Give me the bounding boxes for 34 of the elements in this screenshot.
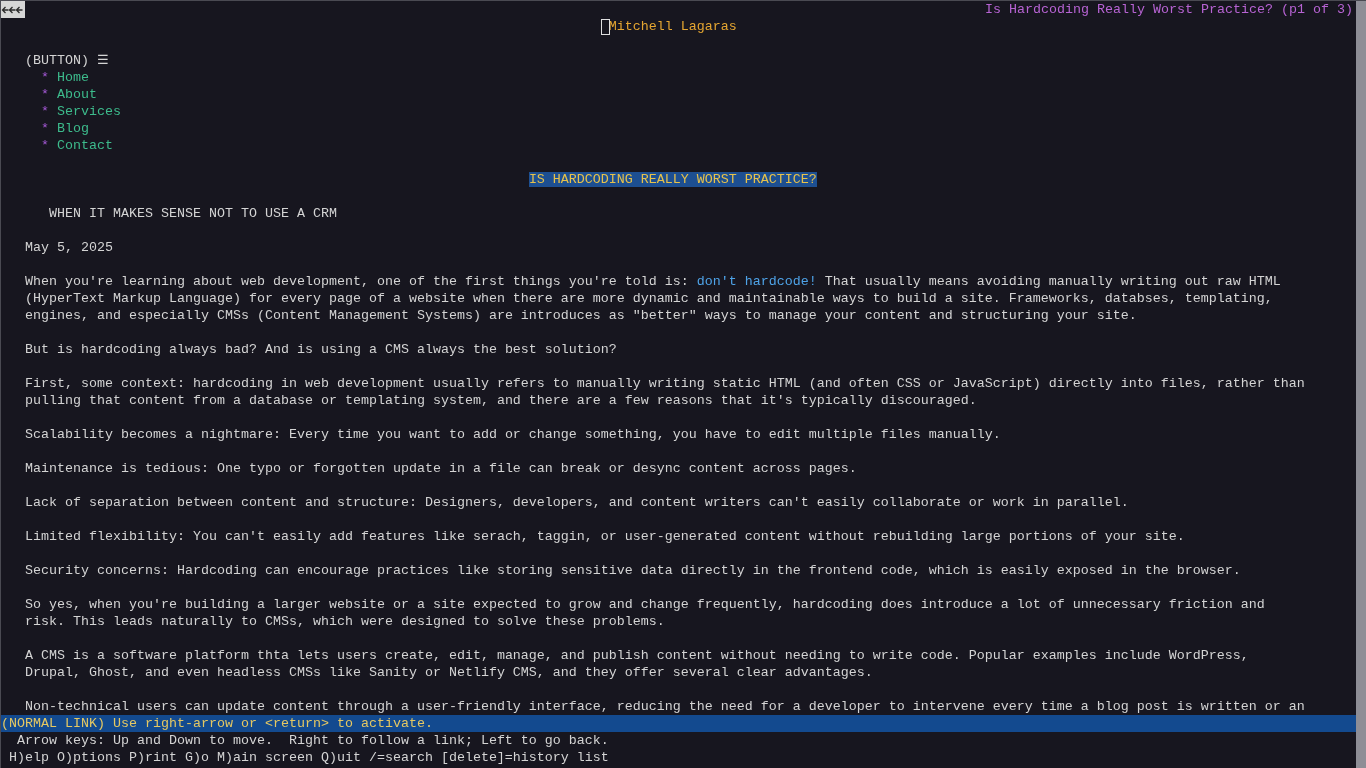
paragraph: So yes, when you're building a larger website or a site expected to grow and change frequently, hardcoding does introduce a lot of unnecessary friction and risk. This leads naturally to CMSs, which were designed to solve these problems. (25, 596, 1265, 630)
text-cursor-icon (600, 19, 610, 35)
paragraph: Security concerns: Hardcoding can encourage practices like storing sensitive data directly in the frontend code, which is easily exposed in the browser. (25, 562, 1241, 579)
list-bullet: * (41, 86, 49, 103)
paragraph: Scalability becomes a nightmare: Every time you want to add or change something, you have to edit multiple files manually. (25, 426, 1001, 443)
status-message: (NORMAL LINK) Use right-arrow or <return> to activate. (1, 715, 1356, 732)
paragraph: But is hardcoding always bad? And is using a CMS always the best solution? (25, 341, 617, 358)
paragraph: When you're learning about web development, one of the first things you're told is: don't hardcode! That usually means avoiding manually writing out raw HTML (HyperText Markup Language) for every page of a website when there are more dynamic and maintainable ways to build a site. Frameworks, databses, templating, engines, and especially CMSs (Content Management Systems) are introduces as "better" ways to manage your content and structuring your site. (25, 273, 1281, 324)
paragraph: Lack of separation between content and structure: Designers, developers, and content writers can't easily collaborate or work in parallel. (25, 494, 1129, 511)
left-arrows-icon[interactable] (1, 1, 25, 18)
text-link[interactable]: don't hardcode! (696, 274, 817, 289)
nav-link[interactable]: Blog (56, 120, 89, 137)
list-bullet: * (41, 137, 49, 154)
list-bullet: * (41, 69, 49, 86)
key-hint: H)elp O)ptions P)rint G)o M)ain screen Q)uit /=search [delete]=history list (9, 750, 609, 765)
paragraph: Limited flexibility: You can't easily add features like serach, taggin, or user-generated content without rebuilding large portions of your site. (25, 528, 1185, 545)
article-subtitle: WHEN IT MAKES SENSE NOT TO USE A CRM (49, 206, 337, 221)
list-bullet: * (41, 120, 49, 137)
paragraph: A CMS is a software platform thta lets users create, edit, manage, and publish content without needing to write code. Popular examples include WordPress, Drupal, Ghost, and even headless CMSs like Sanity or Netlify CMS, and they offer several clear advantages. (25, 647, 1249, 681)
menu-button[interactable]: (BUTTON) ☰ (25, 52, 109, 69)
nav-link[interactable]: Services (56, 103, 121, 120)
page-title: Is Hardcoding Really Worst Practice? (p1 of 3) (985, 1, 1354, 18)
article-title-link[interactable]: IS HARDCODING REALLY WORST PRACTICE? (528, 172, 817, 187)
nav-link[interactable]: Home (56, 69, 89, 86)
post-date: May 5, 2025 (25, 240, 113, 255)
nav-link[interactable]: About (56, 86, 97, 103)
site-name: Mitchell Lagaras (608, 19, 737, 34)
key-hint: Arrow keys: Up and Down to move. Right to follow a link; Left to go back. (17, 733, 609, 748)
nav-link[interactable]: Contact (56, 137, 113, 154)
paragraph: First, some context: hardcoding in web development usually refers to manually writing static HTML (and often CSS or JavaScript) directly into files, rather than pulling that content from a database or templating system, and there are a few reasons that it's typically discouraged. (25, 375, 1305, 409)
paragraph: Non-technical users can update content through a user-friendly interface, reducing the need for a developer to intervene every time a blog post is written or an (25, 698, 1305, 715)
paragraph: Maintenance is tedious: One typo or forgotten update in a file can break or desync content across pages. (25, 460, 857, 477)
scrollbar[interactable] (1356, 1, 1366, 768)
list-bullet: * (41, 103, 49, 120)
